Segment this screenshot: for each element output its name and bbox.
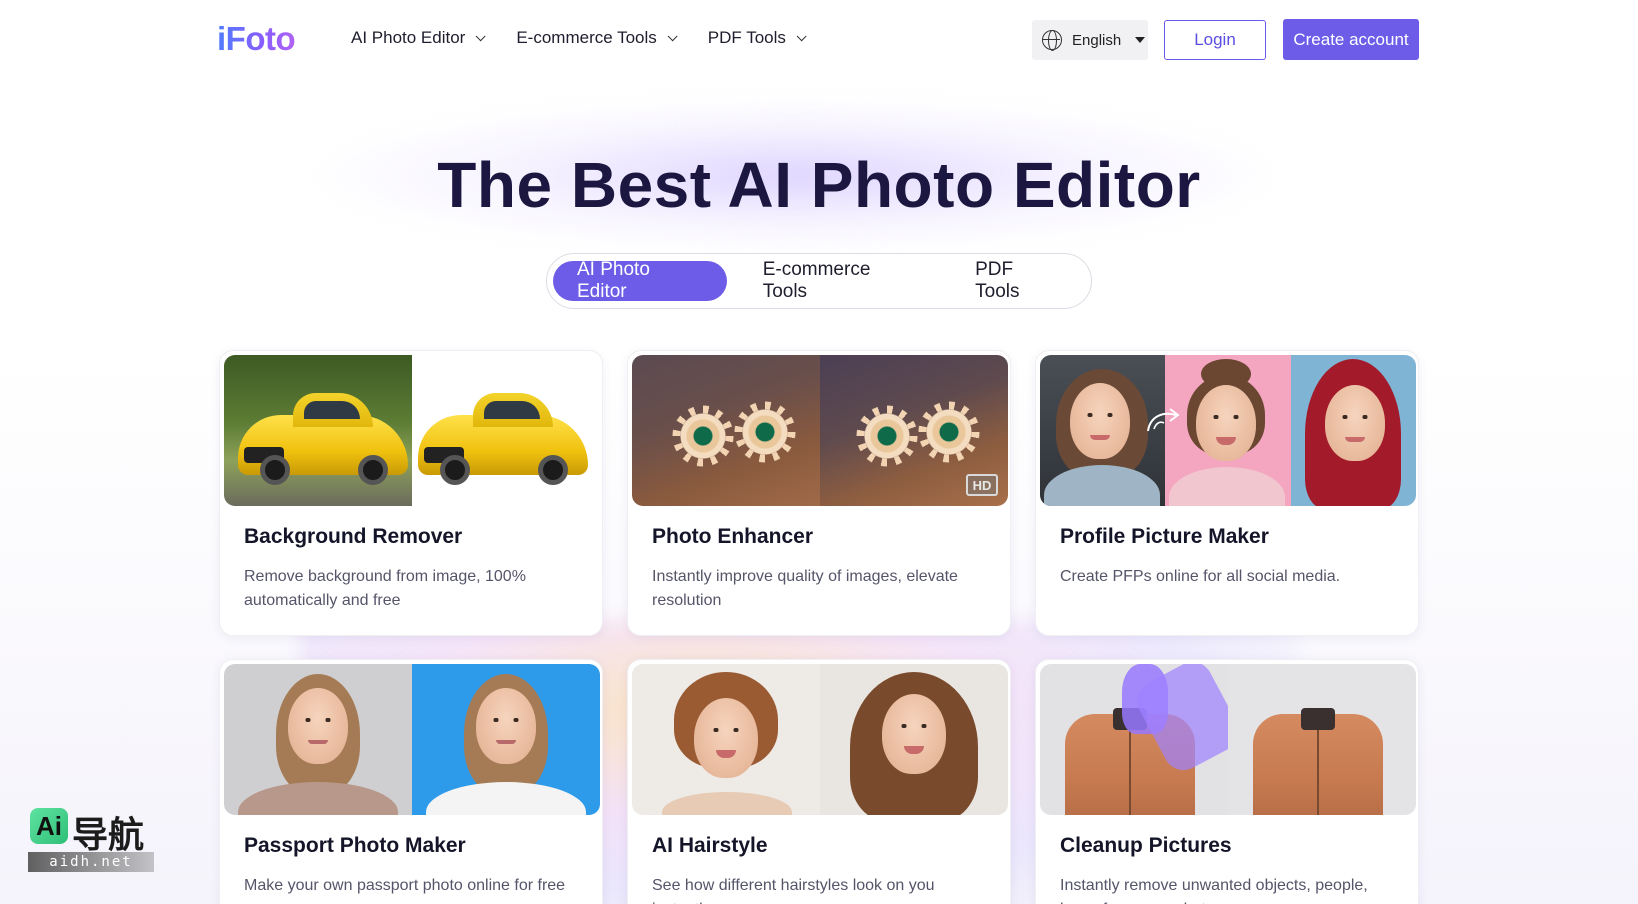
chevron-down-icon (476, 30, 486, 41)
main-nav: AI Photo Editor E-commerce Tools PDF Too… (351, 28, 807, 48)
before-image (224, 664, 412, 815)
tool-card-profile-picture-maker[interactable]: Profile Picture Maker Create PFPs online… (1035, 350, 1419, 636)
before-image (1040, 664, 1228, 815)
card-title: Cleanup Pictures (1060, 834, 1232, 857)
card-preview (1040, 664, 1416, 815)
before-image (632, 355, 820, 506)
card-preview (224, 355, 600, 506)
tool-card-cleanup-pictures[interactable]: Cleanup Pictures Instantly remove unwant… (1035, 659, 1419, 904)
create-account-button[interactable]: Create account (1283, 19, 1419, 60)
language-selector[interactable]: English (1032, 20, 1148, 60)
card-title: AI Hairstyle (652, 834, 768, 857)
after-image (412, 664, 600, 815)
tool-card-photo-enhancer[interactable]: HD Photo Enhancer Instantly improve qual… (627, 350, 1011, 636)
tool-card-passport-photo-maker[interactable]: Passport Photo Maker Make your own passp… (219, 659, 603, 904)
after-image (1228, 664, 1416, 815)
before-image (632, 664, 820, 815)
nav-ai-photo-editor[interactable]: AI Photo Editor (351, 28, 486, 48)
nav-pdf-tools[interactable]: PDF Tools (707, 28, 807, 48)
nav-label: AI Photo Editor (351, 28, 466, 47)
brand-logo[interactable]: iFoto (217, 20, 296, 58)
globe-icon (1042, 30, 1062, 51)
card-description: Remove background from image, 100% autom… (244, 568, 526, 609)
watermark-logo: Ai 导航 aidh.net (28, 806, 154, 872)
car-image (418, 393, 588, 485)
language-label: English (1072, 31, 1122, 49)
category-tabs: AI Photo Editor E-commerce Tools PDF Too… (546, 253, 1092, 309)
card-description: Make your own passport photo online for … (244, 877, 566, 894)
caret-down-icon (1135, 37, 1146, 43)
before-image (224, 355, 412, 506)
nav-label: PDF Tools (707, 28, 786, 47)
after-image (412, 355, 600, 506)
nav-label: E-commerce Tools (516, 28, 657, 47)
card-preview (1040, 355, 1416, 506)
tab-pdf-tools[interactable]: PDF Tools (951, 259, 1085, 302)
card-description: Instantly remove unwanted objects, peopl… (1060, 877, 1368, 904)
portrait-blue (1290, 355, 1416, 506)
card-title: Background Remover (244, 525, 463, 548)
tool-card-background-remover[interactable]: Background Remover Remove background fro… (219, 350, 603, 636)
arrow-icon (1147, 408, 1180, 432)
page-title: The Best AI Photo Editor (437, 149, 1201, 221)
watermark-domain: aidh.net (28, 852, 154, 872)
card-title: Profile Picture Maker (1060, 525, 1269, 548)
car-image (238, 393, 408, 485)
tab-ai-photo-editor[interactable]: AI Photo Editor (553, 259, 727, 302)
chevron-down-icon (667, 30, 678, 41)
after-image (820, 664, 1008, 815)
card-title: Photo Enhancer (652, 525, 814, 548)
watermark-text: 导航 (72, 814, 145, 855)
card-description: Instantly improve quality of images, ele… (652, 568, 958, 609)
after-image: HD (820, 355, 1008, 506)
login-button[interactable]: Login (1164, 20, 1266, 60)
card-description: See how different hairstyles look on you… (652, 877, 935, 904)
card-preview: HD (632, 355, 1008, 506)
card-description: Create PFPs online for all social media. (1060, 568, 1341, 585)
top-header: iFoto AI Photo Editor E-commerce Tools P… (0, 0, 1638, 80)
watermark-badge: Ai (30, 808, 68, 844)
card-preview (632, 664, 1008, 815)
nav-ecommerce-tools[interactable]: E-commerce Tools (516, 28, 678, 48)
card-title: Passport Photo Maker (244, 834, 466, 857)
hd-badge: HD (966, 474, 998, 496)
tab-ecommerce-tools[interactable]: E-commerce Tools (739, 259, 941, 302)
card-preview (224, 664, 600, 815)
chevron-down-icon (796, 30, 807, 41)
tool-card-ai-hairstyle[interactable]: AI Hairstyle See how different hairstyle… (627, 659, 1011, 904)
